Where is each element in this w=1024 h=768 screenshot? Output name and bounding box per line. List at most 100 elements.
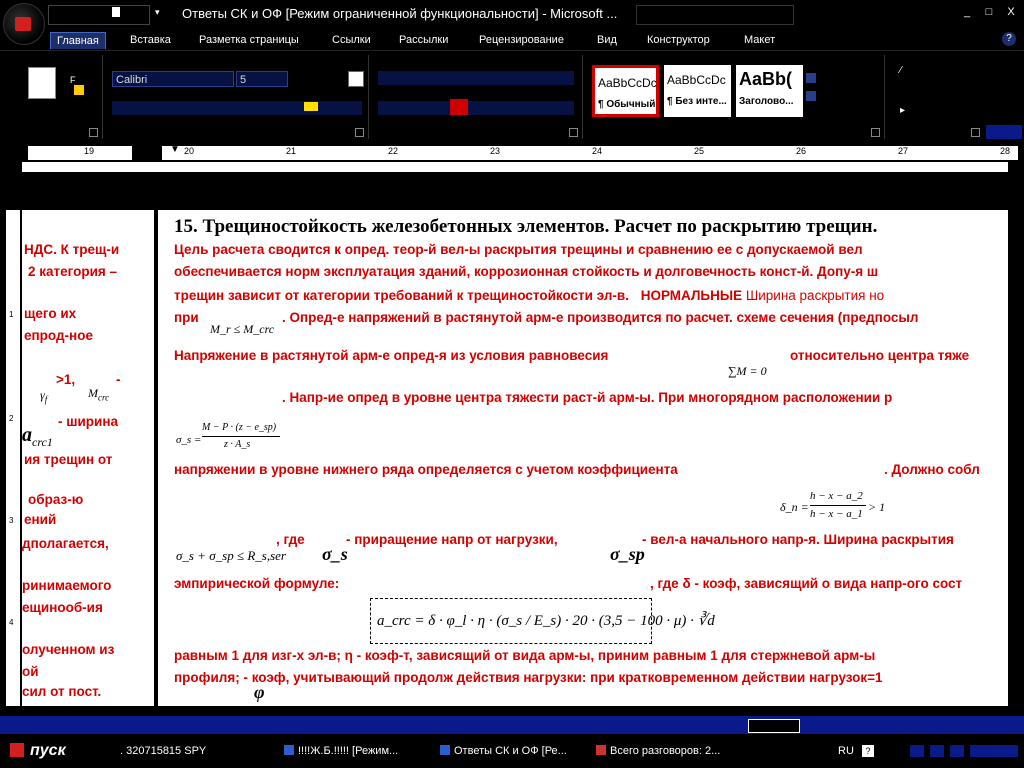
word-doc-icon [284, 745, 294, 755]
windows-logo-icon [10, 743, 24, 757]
vruler-label: 2 [9, 414, 14, 423]
qat-dropdown-icon[interactable]: ▾ [155, 7, 165, 17]
tab-view[interactable]: Вид [597, 32, 617, 48]
vertical-scrollbar[interactable] [1008, 162, 1024, 714]
minimize-button[interactable]: _ [958, 6, 976, 18]
left-text-line: - ширина [58, 414, 119, 429]
editing-launcher-icon[interactable] [971, 128, 980, 137]
style-normal-preview: AaBbCcDc [598, 76, 657, 90]
body-line: , где [276, 532, 305, 547]
left-text-line: ений [24, 512, 57, 527]
body-line: обеспечивается норм эксплуатация зданий,… [174, 264, 879, 279]
chat-icon [596, 745, 606, 755]
tab-layout[interactable]: Макет [744, 32, 775, 48]
ruler-label: 19 [84, 146, 95, 156]
document-page[interactable]: 15. Трещиностойкость железобетонных элем… [158, 210, 1008, 706]
body-line: относительно центра тяже [790, 348, 970, 363]
save-icon[interactable] [112, 7, 120, 17]
font-size-combo[interactable]: 5 [236, 71, 288, 87]
taskbar-item[interactable]: Всего разговоров: 2... [596, 745, 720, 757]
window-title: Ответы СК и ОФ [Режим ограниченной функц… [182, 6, 618, 21]
taskbar-item-active[interactable]: Ответы СК и ОФ [Ре... [440, 745, 567, 757]
office-button[interactable] [3, 3, 45, 45]
page-top-strip [22, 162, 1008, 172]
taskbar-item[interactable]: !!!!Ж.Б.!!!!! [Режим... [284, 745, 398, 757]
tab-references[interactable]: Ссылки [332, 32, 371, 48]
tab-mailings[interactable]: Рассылки [399, 32, 448, 48]
ribbon-corner [986, 125, 1022, 139]
body-line: Цель расчета сводится к опред. теор-й ве… [174, 242, 863, 257]
justify-icon[interactable] [450, 99, 468, 115]
styles-scroll-down-icon[interactable] [806, 91, 816, 101]
maximize-button[interactable]: □ [980, 6, 998, 18]
ruler-label: 25 [694, 146, 705, 156]
list-buttons [378, 71, 574, 85]
left-text-line: ой [22, 664, 39, 679]
tab-page-layout[interactable]: Разметка страницы [199, 32, 299, 48]
vertical-ruler[interactable]: 1 2 3 4 [6, 210, 20, 706]
ruler-label: 22 [388, 146, 399, 156]
sigma-s-symbol: σ_s [322, 544, 348, 564]
paragraph-launcher-icon[interactable] [569, 128, 578, 137]
a-crc1-formula: acrc1 [22, 424, 53, 449]
body-line: - вел-а начального напр-я. Ширина раскры… [642, 532, 954, 547]
tray-icon[interactable] [910, 745, 924, 757]
font-launcher-icon[interactable] [355, 128, 364, 137]
sigma-sp-symbol: σ_sp [610, 544, 645, 564]
help-icon[interactable]: ? [1002, 32, 1016, 46]
body-line: профиля; - коэф, учитывающий продолж дей… [174, 670, 883, 685]
document-left-column[interactable]: НДС. К трещ-и 2 категория – щего их епро… [22, 210, 154, 706]
body-line: при [174, 310, 199, 325]
ruler-band[interactable]: 19 20 21 22 23 24 25 26 27 28 ▼ [28, 144, 1018, 160]
ruler-label: 23 [490, 146, 501, 156]
title-bar: ▾ Ответы СК и ОФ [Режим ограниченной фун… [0, 0, 1024, 30]
tab-review[interactable]: Рецензирование [479, 32, 564, 48]
tray-icon[interactable] [950, 745, 964, 757]
clock[interactable] [970, 745, 1018, 757]
zoom-slider[interactable] [880, 719, 1000, 731]
clear-format-icon[interactable] [348, 71, 364, 87]
help-tray-icon[interactable]: ? [862, 745, 874, 757]
style-heading[interactable]: AaBb( Заголово... [736, 65, 803, 117]
styles-group: AaBbCcDc ¶ Обычный AaBbCcDc ¶ Без инте..… [584, 55, 885, 139]
delta-n-numerator: h − x − a_2 [810, 490, 863, 502]
body-text: Ширина раскрытия но [745, 288, 885, 303]
vruler-label: 4 [9, 618, 14, 627]
start-button[interactable]: пуск [10, 742, 66, 760]
word-doc-icon [440, 745, 450, 755]
tab-design[interactable]: Конструктор [647, 32, 710, 48]
styles-scroll-up-icon[interactable] [806, 73, 816, 83]
quick-access-toolbar [48, 5, 150, 25]
select-icon[interactable]: ▸ [900, 105, 910, 117]
ruler-label: 26 [796, 146, 807, 156]
tab-insert[interactable]: Вставка [130, 32, 171, 48]
brush-icon [74, 85, 84, 95]
sigma-s-numerator: M − P · (z − e_sp) [202, 422, 277, 433]
view-buttons[interactable] [748, 719, 800, 733]
close-button[interactable]: X [1002, 6, 1020, 18]
find-icon[interactable]: ⁄ [900, 65, 910, 76]
paste-icon[interactable] [28, 67, 56, 99]
tab-home[interactable]: Главная [50, 32, 106, 49]
highlight-icon[interactable] [304, 102, 318, 111]
styles-launcher-icon[interactable] [871, 128, 880, 137]
clipboard-launcher-icon[interactable] [89, 128, 98, 137]
sigma-s-formula: σ_s = M − P · (z − e_sp) z · A_s [176, 422, 286, 462]
indent-marker-icon[interactable]: ▼ [170, 144, 180, 155]
style-normal[interactable]: AaBbCcDc ¶ Обычный [592, 65, 659, 117]
ruler-label: 24 [592, 146, 603, 156]
delta-n-rhs: > 1 [868, 500, 886, 514]
taskbar-item[interactable]: . 320715815 SPY [120, 745, 206, 757]
tray-icon[interactable] [930, 745, 944, 757]
left-text-line: ия трещин от [24, 452, 113, 467]
style-no-spacing-label: ¶ Без инте... [667, 96, 727, 107]
start-label: пуск [30, 742, 66, 759]
style-no-spacing[interactable]: AaBbCcDc ¶ Без инте... [664, 65, 731, 117]
alignment-buttons [378, 101, 574, 115]
font-name-combo[interactable]: Calibri [112, 71, 234, 87]
left-text-line: щего их [24, 306, 77, 321]
language-indicator[interactable]: RU [838, 745, 854, 757]
title-bar-blank [636, 5, 794, 25]
a-crc-formula-box[interactable]: a_crc = δ · φ_l · η · (σ_s / E_s) · 20 ·… [370, 598, 715, 644]
a-crc-formula: a_crc = δ · φ_l · η · (σ_s / E_s) · 20 ·… [377, 613, 715, 629]
